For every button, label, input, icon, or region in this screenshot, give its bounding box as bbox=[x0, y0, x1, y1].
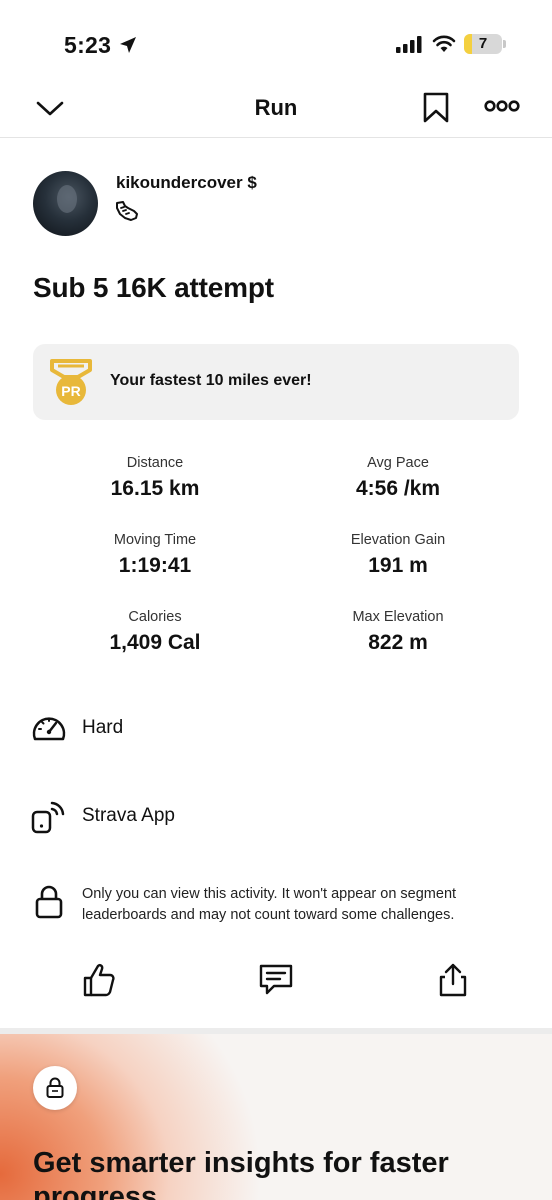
location-arrow-icon bbox=[120, 37, 136, 53]
stat-value: 16.15 km bbox=[110, 477, 200, 500]
avatar[interactable] bbox=[33, 171, 98, 236]
promo-title: Get smarter insights for faster progress bbox=[33, 1147, 449, 1200]
battery-level: 7 bbox=[478, 35, 488, 52]
status-time: 5:23 bbox=[64, 32, 112, 58]
battery-icon: 7 bbox=[464, 34, 502, 54]
stat-value: 1:19:41 bbox=[118, 554, 192, 577]
subscription-promo[interactable]: Get smarter insights for faster progress bbox=[0, 1034, 552, 1200]
pr-text: Your fastest 10 miles ever! bbox=[110, 372, 312, 389]
thumbs-up-icon[interactable] bbox=[82, 962, 116, 998]
stat-label: Moving Time bbox=[113, 532, 197, 548]
stat-label: Elevation Gain bbox=[350, 532, 446, 548]
stat-value: 1,409 Cal bbox=[109, 631, 201, 654]
stat-label: Distance bbox=[126, 455, 184, 471]
shoe-icon bbox=[116, 201, 138, 221]
nav-bar: Run bbox=[0, 80, 552, 138]
stat-moving-time: Moving Time 1:19:41 bbox=[40, 532, 270, 578]
stat-value: 822 m bbox=[368, 631, 428, 654]
athlete-name-text: kikoundercover bbox=[116, 173, 243, 192]
share-icon[interactable] bbox=[436, 962, 470, 998]
gauge-icon bbox=[32, 717, 66, 741]
device-label: Strava App bbox=[82, 805, 175, 826]
page-title: Run bbox=[254, 95, 298, 120]
more-icon[interactable] bbox=[484, 98, 520, 114]
stat-value: 4:56 /km bbox=[355, 477, 441, 500]
stat-avg-pace: Avg Pace 4:56 /km bbox=[283, 455, 513, 501]
comment-icon[interactable] bbox=[258, 962, 294, 998]
pr-medal-text: PR bbox=[61, 383, 80, 399]
perceived-exertion-label: Hard bbox=[82, 717, 124, 738]
signal-icon bbox=[396, 36, 422, 53]
subscriber-badge: $ bbox=[247, 173, 257, 192]
privacy-notice: Only you can view this activity. It won'… bbox=[82, 886, 457, 923]
status-bar: 5:23 7 bbox=[0, 0, 552, 80]
stat-label: Calories bbox=[128, 609, 182, 625]
stat-distance: Distance 16.15 km bbox=[40, 455, 270, 501]
stat-label: Avg Pace bbox=[367, 455, 429, 471]
stat-value: 191 m bbox=[368, 554, 428, 577]
athlete-name[interactable]: kikoundercover $ bbox=[116, 173, 257, 193]
activity-title: Sub 5 16K attempt bbox=[33, 272, 274, 303]
promo-lock-button bbox=[33, 1066, 77, 1110]
phone-broadcast-icon bbox=[31, 801, 65, 834]
pr-banner[interactable]: PR Your fastest 10 miles ever! bbox=[33, 344, 519, 420]
stat-calories: Calories 1,409 Cal bbox=[40, 609, 270, 655]
pr-medal-icon: PR bbox=[50, 359, 92, 405]
wifi-icon bbox=[432, 35, 456, 52]
bookmark-icon[interactable] bbox=[422, 92, 450, 124]
stat-label: Max Elevation bbox=[352, 609, 444, 625]
stat-elevation-gain: Elevation Gain 191 m bbox=[283, 532, 513, 578]
stat-max-elevation: Max Elevation 822 m bbox=[283, 609, 513, 655]
lock-icon bbox=[46, 1077, 64, 1098]
lock-icon bbox=[35, 885, 63, 919]
